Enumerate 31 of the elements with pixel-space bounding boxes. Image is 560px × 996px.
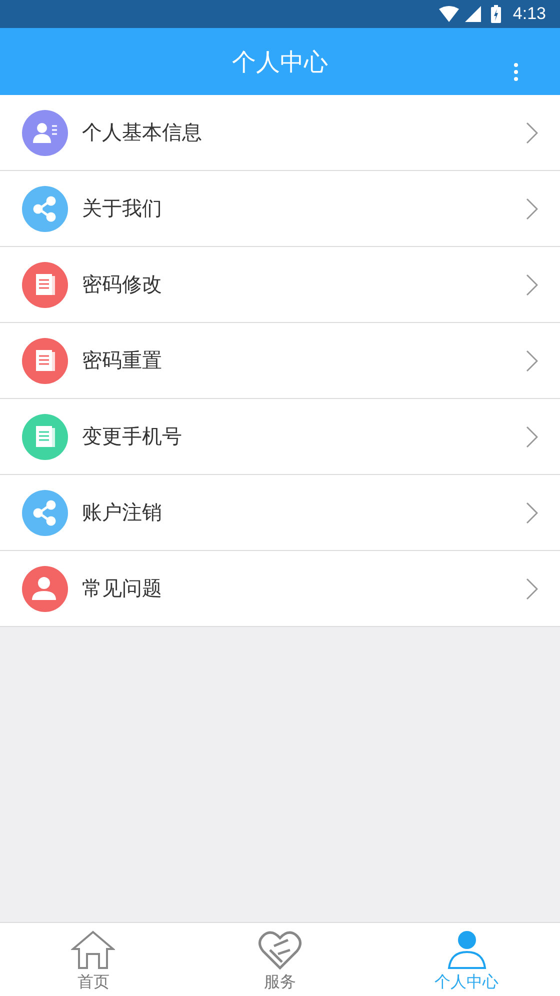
menu-item[interactable]: 账户注销: [0, 475, 560, 551]
handshake-heart-icon: [258, 930, 302, 970]
menu-item[interactable]: 个人基本信息: [0, 95, 560, 171]
nav-tab[interactable]: 首页: [0, 923, 187, 996]
chevron-right-icon: [526, 198, 538, 220]
menu-item-label: 密码重置: [82, 347, 163, 374]
menu-item[interactable]: 常见问题: [0, 551, 560, 627]
menu-item[interactable]: 密码修改: [0, 247, 560, 323]
menu-item-label: 密码修改: [82, 271, 163, 298]
status-time: 4:13: [512, 4, 546, 24]
menu-item-label: 个人基本信息: [82, 119, 203, 146]
chevron-right-icon: [526, 350, 538, 372]
signal-icon: [464, 6, 481, 22]
chevron-right-icon: [526, 502, 538, 524]
menu-item-label: 关于我们: [82, 195, 163, 222]
menu-item-label: 常见问题: [82, 575, 163, 602]
chevron-right-icon: [526, 274, 538, 296]
chevron-right-icon: [526, 122, 538, 144]
more-icon[interactable]: [514, 62, 518, 82]
chevron-right-icon: [526, 578, 538, 600]
menu-item[interactable]: 密码重置: [0, 323, 560, 399]
home-icon: [71, 930, 116, 970]
chevron-right-icon: [526, 426, 538, 448]
nav-tab[interactable]: 服务: [186, 923, 374, 996]
battery-icon: [490, 5, 501, 23]
menu-item[interactable]: 关于我们: [0, 171, 560, 247]
app-title: 个人中心: [232, 46, 328, 78]
menu-item[interactable]: 变更手机号: [0, 399, 560, 475]
menu-item-label: 账户注销: [82, 499, 163, 526]
wifi-icon: [438, 6, 459, 22]
menu-item-label: 变更手机号: [82, 423, 183, 450]
